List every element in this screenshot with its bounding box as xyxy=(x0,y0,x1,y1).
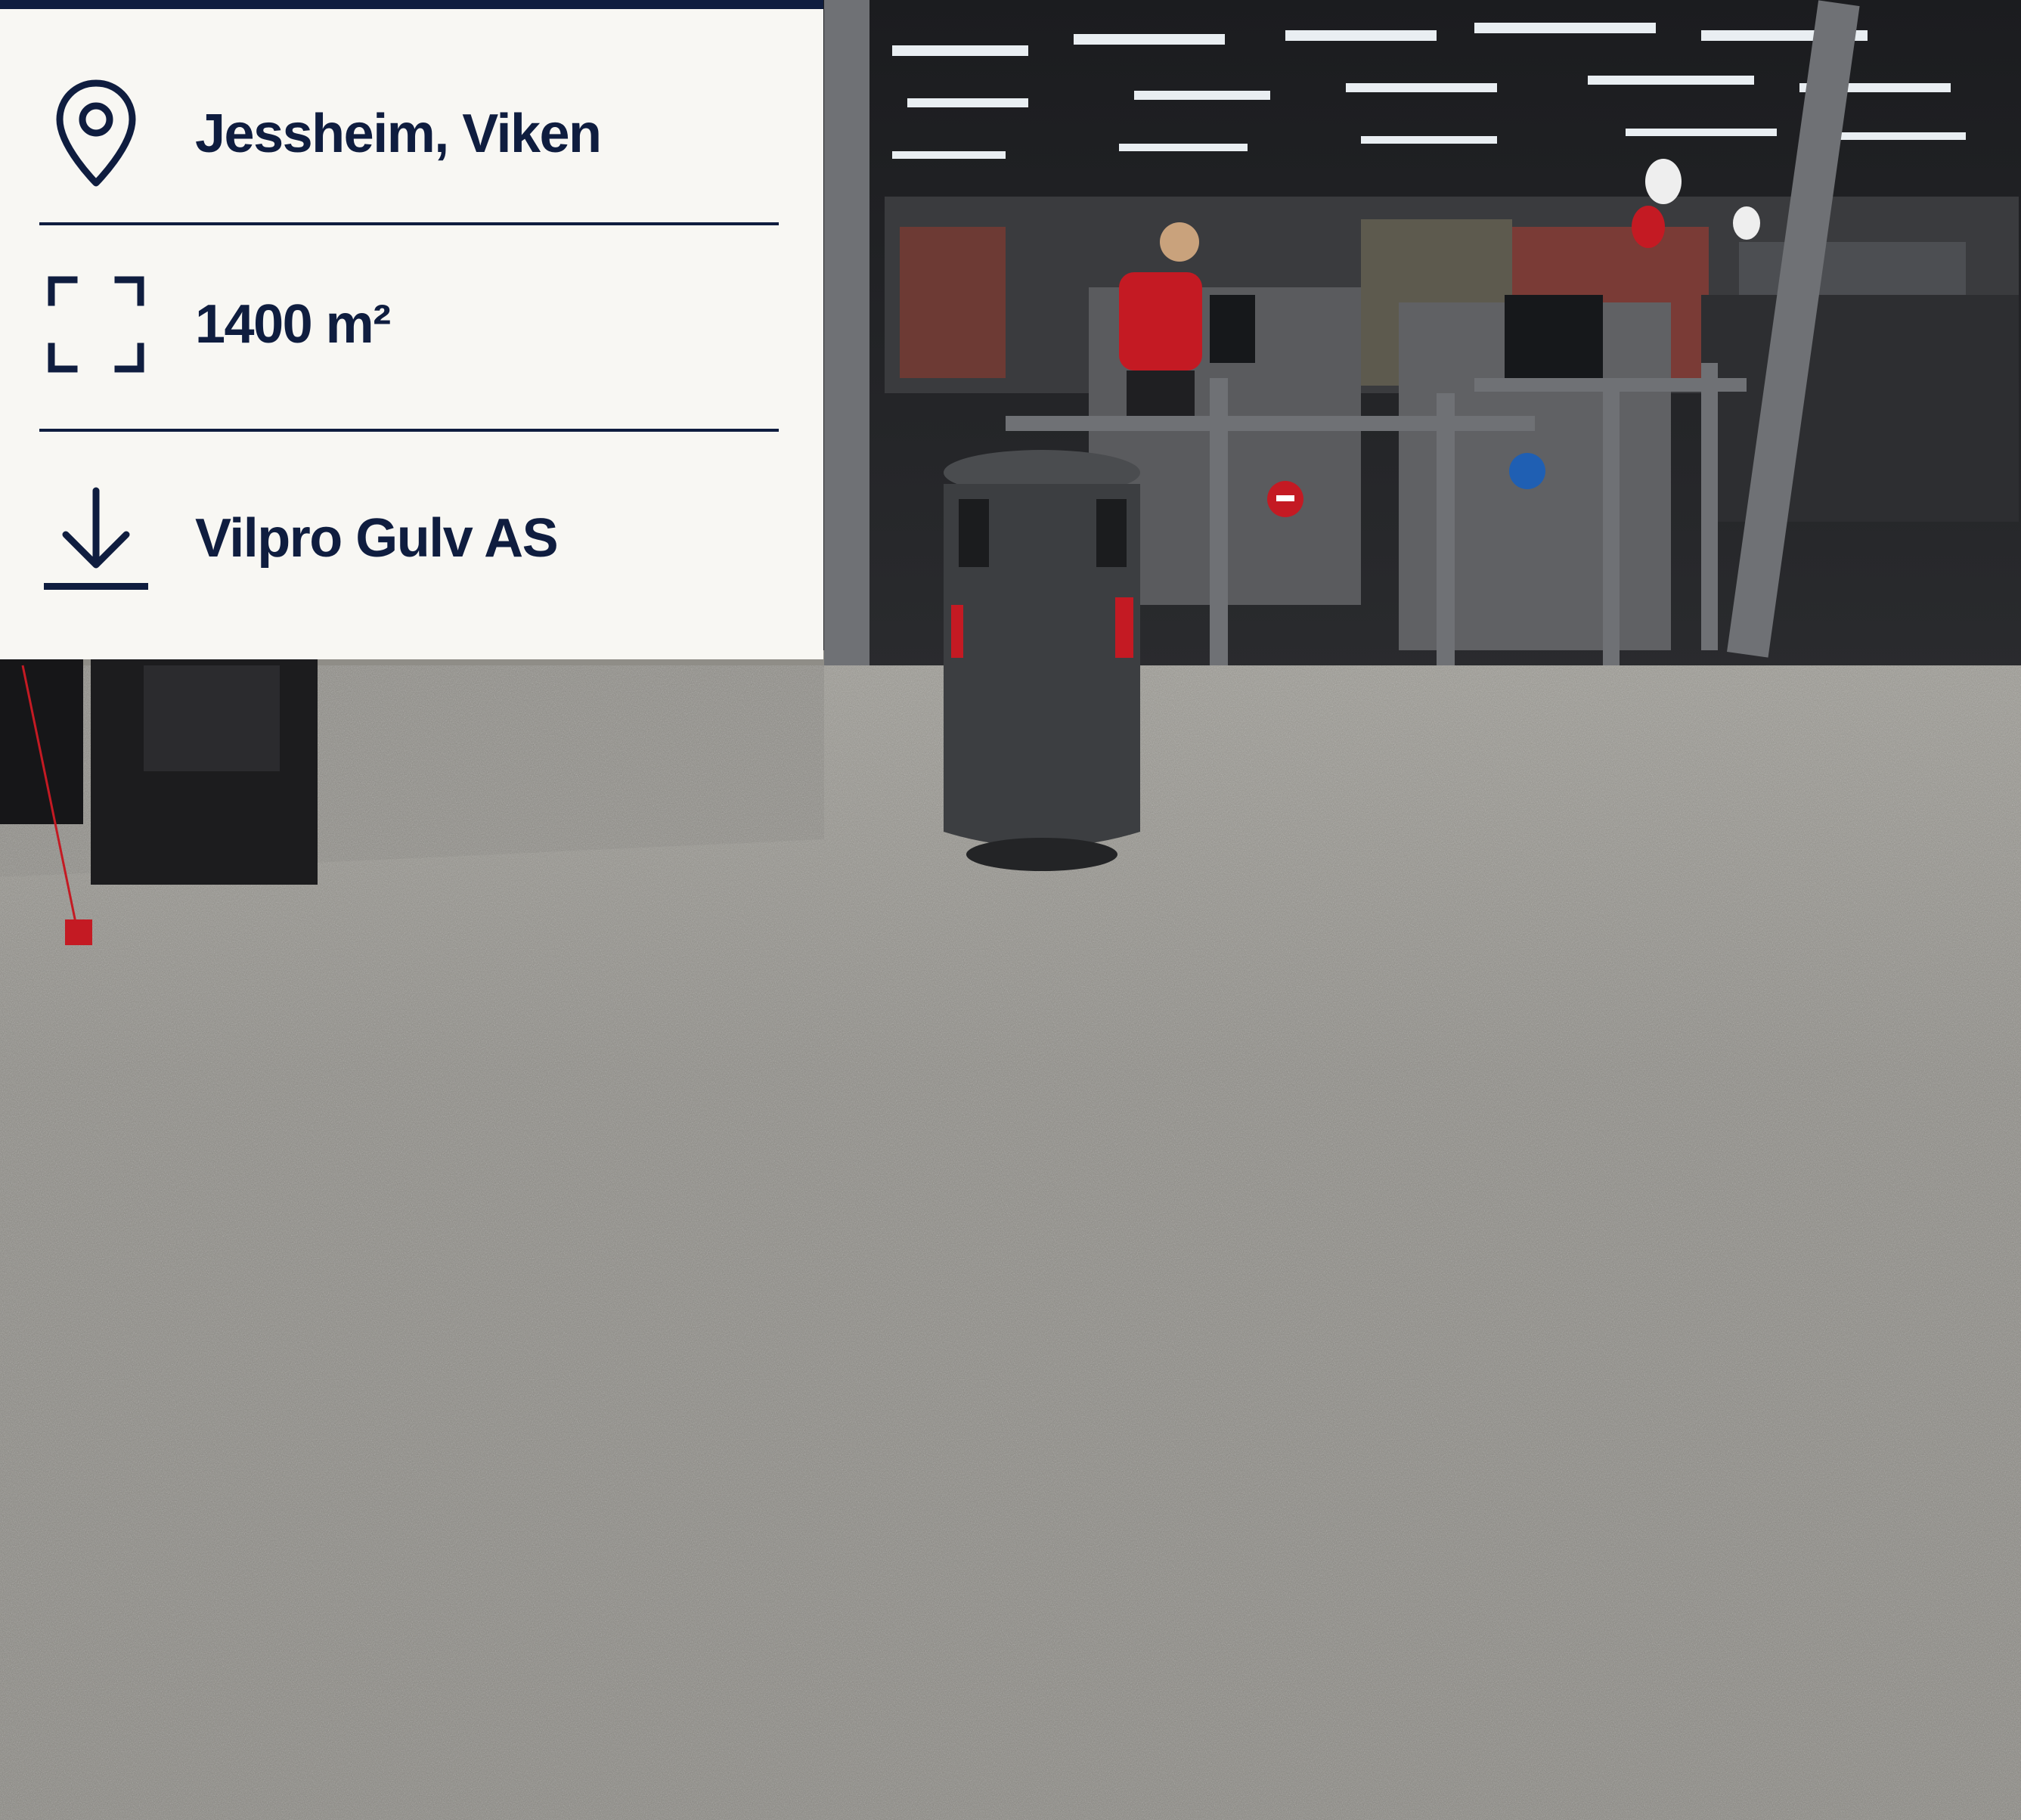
project-info-card: Jessheim, Viken 1400 m² Vilpro Gulv AS xyxy=(0,0,823,659)
one-way-sign xyxy=(1509,453,1545,489)
area-text: 1400 m² xyxy=(195,294,391,355)
trash-bin xyxy=(944,450,1140,871)
divider xyxy=(39,222,779,225)
area-frame-icon xyxy=(39,268,153,381)
map-pin-icon xyxy=(39,77,153,191)
divider xyxy=(39,429,779,432)
arrow-down-icon xyxy=(39,482,153,595)
location-row: Jessheim, Viken xyxy=(0,73,823,194)
company-text: Vilpro Gulv AS xyxy=(195,508,559,569)
company-row: Vilpro Gulv AS xyxy=(0,478,823,599)
area-row: 1400 m² xyxy=(0,264,823,385)
location-text: Jessheim, Viken xyxy=(195,104,602,164)
